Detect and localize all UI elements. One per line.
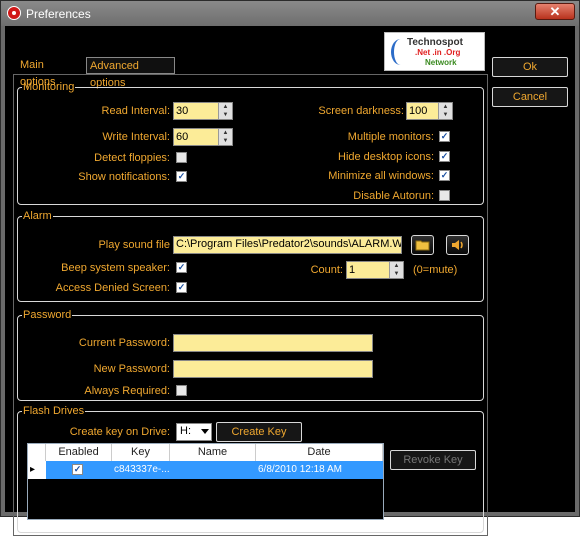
browse-sound-button[interactable] (411, 235, 434, 255)
minimize-all-windows-label: Minimize all windows: (328, 170, 434, 182)
row-name-cell[interactable] (170, 461, 256, 479)
logo-line2: .Net .in .Org (415, 48, 461, 57)
row-date-cell[interactable]: 6/8/2010 12:18 AM (256, 461, 383, 479)
play-sound-button[interactable] (446, 235, 469, 255)
chevron-down-icon (201, 429, 209, 434)
show-notifications-checkbox[interactable]: ✓ (176, 171, 187, 182)
logo-line1: Technospot (407, 37, 463, 48)
logo-line3: Network (425, 58, 457, 67)
column-header-enabled[interactable]: Enabled (46, 444, 112, 461)
multiple-monitors-label: Multiple monitors: (347, 131, 434, 143)
read-interval-label: Read Interval: (101, 105, 170, 117)
detect-floppies-checkbox[interactable] (176, 152, 187, 163)
beep-label: Beep system speaker: (61, 262, 170, 274)
folder-icon (415, 240, 430, 251)
column-header-date[interactable]: Date (256, 444, 383, 461)
row-enabled-checkbox[interactable]: ✓ (72, 464, 83, 475)
write-interval-input[interactable] (175, 130, 219, 144)
close-button[interactable]: ✕ (535, 3, 575, 20)
create-key-on-drive-label: Create key on Drive: (69, 426, 170, 438)
count-spinner[interactable]: ▲▼ (346, 261, 404, 279)
beep-checkbox[interactable]: ✓ (176, 262, 187, 273)
count-label: Count: (310, 264, 343, 276)
alarm-legend: Alarm (23, 210, 52, 222)
speaker-icon (451, 240, 463, 250)
sound-path-field[interactable]: C:\Program Files\Predator2\sounds\ALARM.… (173, 236, 402, 254)
detect-floppies-label: Detect floppies: (94, 152, 170, 164)
row-header-corner (28, 444, 46, 461)
minimize-all-windows-checkbox[interactable]: ✓ (439, 170, 450, 181)
always-required-label: Always Required: (84, 385, 170, 397)
play-sound-label: Play sound file (98, 239, 170, 251)
monitoring-legend: Monitoring (23, 81, 75, 93)
tab-advanced-options[interactable]: Advanced options (86, 57, 175, 89)
column-header-key[interactable]: Key (112, 444, 170, 461)
mute-hint: (0=mute) (413, 264, 458, 276)
screen-darkness-input[interactable] (408, 104, 440, 118)
screen-darkness-spinner[interactable]: ▲▼ (406, 102, 453, 120)
flash-drives-legend: Flash Drives (23, 405, 85, 417)
access-denied-checkbox[interactable]: ✓ (176, 282, 187, 293)
table-row[interactable]: ▸ ✓ c843337e-... 6/8/2010 12:18 AM (28, 461, 383, 479)
revoke-key-button[interactable]: Revoke Key (390, 450, 476, 470)
password-group: Password Current Password: New Password:… (17, 309, 484, 401)
multiple-monitors-checkbox[interactable]: ✓ (439, 131, 450, 142)
app-icon (7, 6, 21, 20)
hide-desktop-icons-label: Hide desktop icons: (338, 151, 434, 163)
create-key-button[interactable]: Create Key (216, 422, 302, 442)
password-legend: Password (23, 309, 72, 321)
disable-autorun-label: Disable Autorun: (353, 190, 434, 202)
spinner-arrows-icon[interactable]: ▲ ▼ (438, 103, 452, 119)
access-denied-label: Access Denied Screen: (55, 282, 170, 294)
client-area: Technospot .Net .in .Org Network Main op… (5, 26, 575, 536)
read-interval-input[interactable] (175, 104, 219, 118)
logo: Technospot .Net .in .Org Network (384, 32, 485, 71)
spinner-arrows-icon[interactable]: ▲ ▼ (389, 262, 403, 278)
screen-darkness-label: Screen darkness: (318, 105, 404, 117)
disable-autorun-checkbox[interactable] (439, 190, 450, 201)
title-bar: Preferences ✕ (1, 1, 579, 26)
monitoring-group: Monitoring Read Interval: ▲▼ Write Inter… (17, 81, 484, 205)
keys-table: Enabled Key Name Date ▸ ✓ c843337e-... 6… (27, 443, 384, 520)
ok-button[interactable]: Ok (492, 57, 568, 77)
row-selector-icon[interactable]: ▸ (28, 461, 46, 479)
show-notifications-label: Show notifications: (78, 171, 170, 183)
row-key-cell[interactable]: c843337e-... (112, 461, 170, 479)
window-title: Preferences (26, 7, 91, 21)
current-password-label: Current Password: (78, 337, 170, 349)
cancel-button[interactable]: Cancel (492, 87, 568, 107)
hide-desktop-icons-checkbox[interactable]: ✓ (439, 151, 450, 162)
current-password-field[interactable] (173, 334, 373, 352)
tab-main-options[interactable]: Main options (17, 57, 83, 88)
preferences-window: Preferences ✕ Technospot .Net .in .Org N… (0, 0, 580, 536)
new-password-field[interactable] (173, 360, 373, 378)
write-interval-label: Write Interval: (102, 131, 170, 143)
drive-select-value: H: (180, 425, 191, 437)
row-enabled-cell[interactable]: ✓ (46, 461, 112, 479)
alarm-group: Alarm Play sound file C:\Program Files\P… (17, 210, 484, 302)
drive-select[interactable]: H: (176, 423, 212, 441)
column-header-name[interactable]: Name (170, 444, 256, 461)
count-input[interactable] (348, 263, 390, 277)
new-password-label: New Password: (93, 363, 170, 375)
always-required-checkbox[interactable] (176, 385, 187, 396)
